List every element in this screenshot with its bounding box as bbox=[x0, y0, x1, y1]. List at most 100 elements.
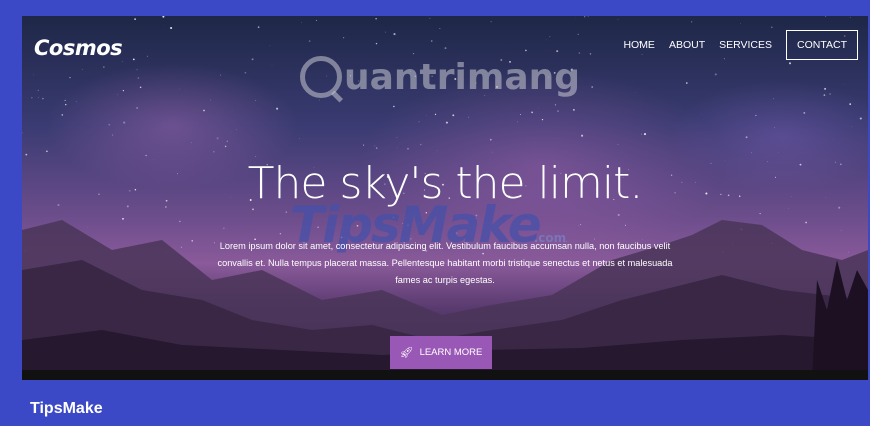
brand-logo[interactable]: Cosmos bbox=[34, 36, 123, 60]
star bbox=[276, 107, 279, 110]
star bbox=[849, 16, 851, 18]
star bbox=[774, 127, 776, 129]
star bbox=[134, 18, 136, 20]
star bbox=[213, 150, 215, 153]
star bbox=[25, 153, 28, 156]
star bbox=[236, 129, 237, 131]
star bbox=[537, 107, 539, 109]
star bbox=[269, 45, 271, 47]
star bbox=[751, 152, 752, 154]
star bbox=[577, 33, 579, 36]
hero-description: Lorem ipsum dolor sit amet, consectetur … bbox=[217, 241, 673, 285]
star bbox=[102, 66, 105, 68]
star bbox=[231, 131, 233, 133]
star bbox=[108, 123, 111, 126]
star bbox=[617, 144, 619, 145]
star bbox=[216, 137, 219, 140]
rocket-icon: 🚀︎ bbox=[399, 347, 414, 359]
star bbox=[46, 150, 48, 153]
star bbox=[525, 49, 527, 52]
star bbox=[299, 138, 300, 139]
star bbox=[434, 113, 437, 116]
star bbox=[210, 99, 212, 101]
nav-link-services[interactable]: SERVICES bbox=[719, 39, 772, 51]
star bbox=[112, 134, 114, 136]
star bbox=[224, 145, 227, 148]
star bbox=[139, 86, 142, 89]
nav-link-about[interactable]: ABOUT bbox=[669, 39, 705, 51]
nav-link-home[interactable]: HOME bbox=[623, 39, 655, 51]
star bbox=[788, 62, 792, 65]
star bbox=[190, 142, 192, 144]
star bbox=[375, 42, 378, 45]
star bbox=[556, 50, 559, 53]
quantrimang-logo-icon bbox=[300, 56, 342, 98]
star bbox=[75, 100, 77, 102]
learn-more-button[interactable]: 🚀︎ LEARN MORE bbox=[390, 336, 492, 369]
star bbox=[700, 114, 702, 116]
star bbox=[81, 68, 83, 70]
star bbox=[844, 84, 845, 85]
star bbox=[617, 19, 619, 20]
star bbox=[308, 40, 311, 42]
star bbox=[69, 76, 71, 79]
star bbox=[429, 17, 431, 19]
star bbox=[375, 18, 377, 20]
star bbox=[517, 121, 518, 123]
star bbox=[30, 96, 33, 99]
star bbox=[123, 121, 126, 124]
star bbox=[418, 121, 420, 123]
star bbox=[406, 147, 410, 150]
star bbox=[773, 98, 774, 100]
star bbox=[573, 109, 575, 111]
star bbox=[439, 28, 441, 29]
star bbox=[557, 110, 559, 113]
star bbox=[385, 31, 386, 33]
star bbox=[374, 145, 376, 147]
star bbox=[849, 103, 852, 105]
star bbox=[117, 94, 118, 96]
star bbox=[396, 137, 398, 138]
star bbox=[319, 99, 320, 101]
star bbox=[589, 53, 592, 55]
star bbox=[145, 154, 147, 157]
star bbox=[859, 117, 862, 120]
quantrimang-watermark: uantrimang bbox=[300, 56, 580, 98]
star bbox=[641, 133, 643, 135]
star bbox=[251, 58, 254, 61]
star bbox=[714, 73, 717, 76]
star bbox=[316, 19, 317, 21]
star bbox=[771, 26, 773, 29]
star bbox=[490, 21, 492, 23]
star bbox=[393, 105, 395, 108]
star bbox=[823, 94, 826, 96]
star bbox=[301, 22, 302, 23]
star bbox=[468, 116, 470, 118]
star bbox=[136, 69, 138, 71]
star bbox=[255, 100, 257, 102]
star bbox=[545, 39, 547, 41]
star bbox=[824, 87, 827, 90]
nav-contact-button[interactable]: CONTACT bbox=[786, 30, 858, 60]
star bbox=[363, 144, 365, 146]
star bbox=[578, 52, 581, 54]
star bbox=[393, 33, 396, 36]
star bbox=[445, 121, 448, 124]
star bbox=[38, 97, 39, 98]
star bbox=[829, 93, 831, 95]
star bbox=[686, 82, 688, 84]
star bbox=[132, 58, 135, 61]
star bbox=[170, 26, 173, 30]
star bbox=[22, 132, 23, 134]
star bbox=[444, 47, 447, 50]
page-frame: Cosmos HOME ABOUT SERVICES CONTACT uantr… bbox=[0, 0, 870, 426]
star bbox=[226, 140, 229, 143]
quantrimang-watermark-text: uantrimang bbox=[344, 56, 581, 98]
star bbox=[531, 111, 533, 114]
star bbox=[492, 151, 494, 153]
star bbox=[436, 150, 438, 151]
star bbox=[691, 21, 693, 23]
footer-brand-label: TipsMake bbox=[30, 400, 103, 417]
star bbox=[587, 16, 589, 18]
star bbox=[431, 40, 433, 42]
